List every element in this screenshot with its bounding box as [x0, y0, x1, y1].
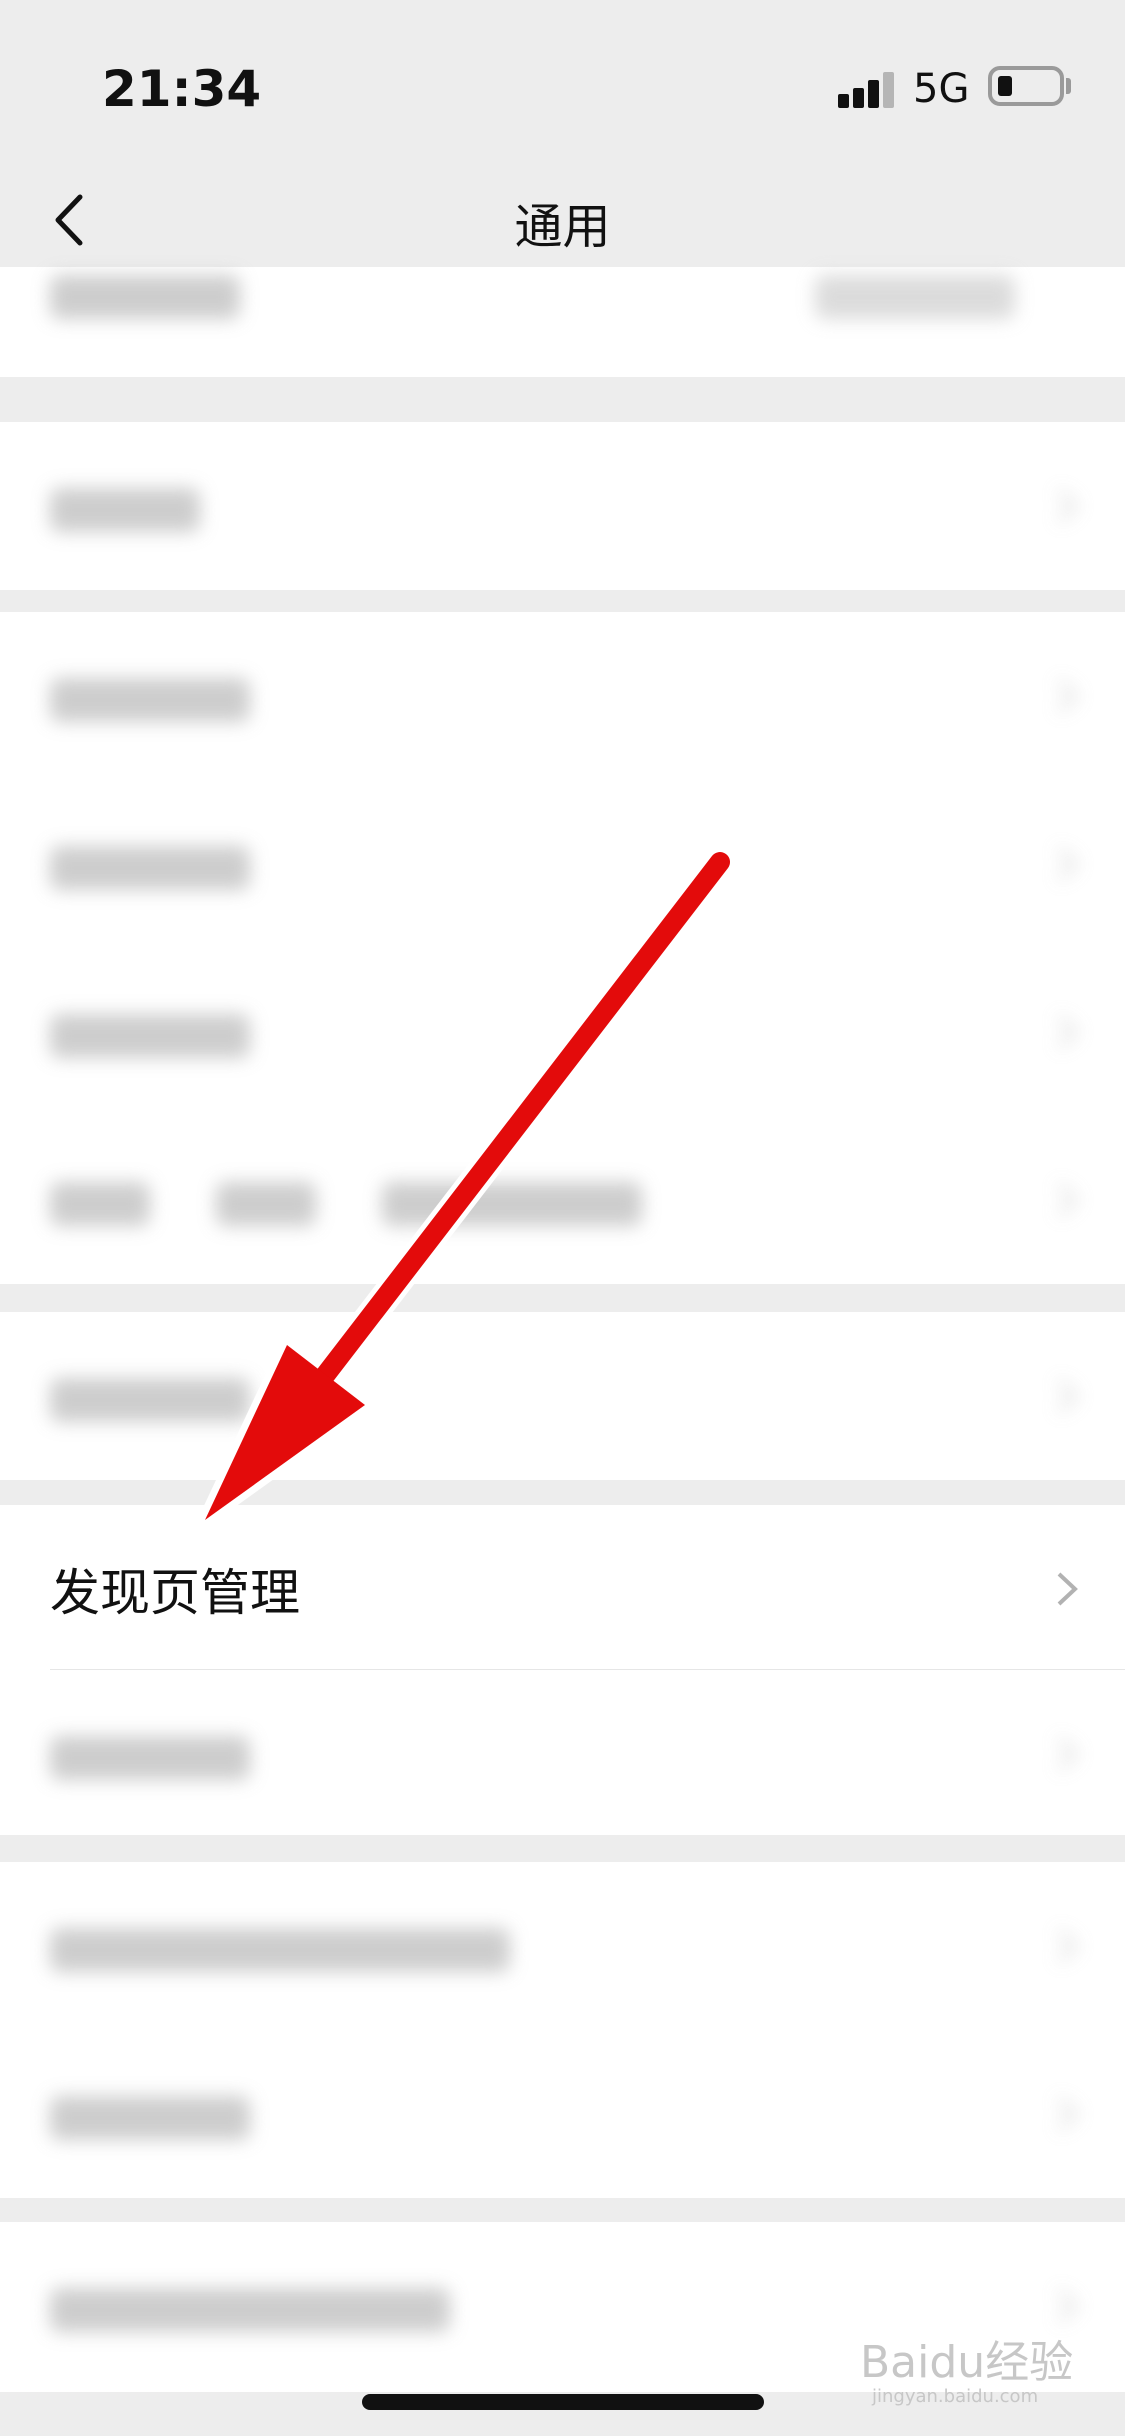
discover-page-management-label: 发现页管理 — [50, 1564, 300, 1622]
chevron-right-icon — [1057, 847, 1078, 881]
blurred-settings-item[interactable] — [0, 948, 1125, 1116]
blurred-settings-item[interactable] — [0, 2030, 1125, 2198]
blurred-settings-item[interactable] — [0, 1116, 1125, 1284]
settings-group-5: 发现页管理 — [0, 1505, 1125, 1835]
chevron-right-icon — [1057, 489, 1078, 523]
baidu-watermark: Baidu经验 — [860, 2337, 1074, 2388]
watermark-url: jingyan.baidu.com — [872, 2386, 1039, 2407]
battery-icon — [988, 66, 1064, 106]
settings-group-3 — [0, 612, 1125, 1284]
chevron-right-icon — [1057, 2097, 1078, 2131]
chevron-right-icon — [1057, 1015, 1078, 1049]
blurred-settings-item[interactable] — [0, 1670, 1125, 1838]
settings-group-1 — [0, 267, 1125, 377]
chevron-right-icon — [1057, 2289, 1078, 2323]
chevron-right-icon — [1057, 1572, 1078, 1606]
status-bar: 21:34 5G — [0, 0, 1125, 175]
settings-group-6 — [0, 1862, 1125, 2198]
discover-page-management-item[interactable]: 发现页管理 — [0, 1505, 1125, 1673]
status-time: 21:34 — [102, 60, 262, 118]
signal-strength-icon — [838, 70, 898, 108]
blurred-settings-item[interactable] — [0, 209, 1125, 377]
network-type: 5G — [913, 66, 970, 112]
blurred-settings-item[interactable] — [0, 612, 1125, 780]
chevron-right-icon — [1057, 1737, 1078, 1771]
chevron-right-icon — [1057, 1379, 1078, 1413]
blurred-settings-item[interactable] — [0, 422, 1125, 590]
chevron-right-icon — [1057, 1929, 1078, 1963]
chevron-right-icon — [1057, 679, 1078, 713]
blurred-settings-item[interactable] — [0, 1862, 1125, 2030]
settings-group-2 — [0, 422, 1125, 590]
chevron-right-icon — [1057, 1183, 1078, 1217]
home-indicator[interactable] — [362, 2394, 764, 2410]
blurred-settings-item[interactable] — [0, 780, 1125, 948]
blurred-settings-item[interactable] — [0, 1312, 1125, 1480]
settings-group-4 — [0, 1312, 1125, 1480]
